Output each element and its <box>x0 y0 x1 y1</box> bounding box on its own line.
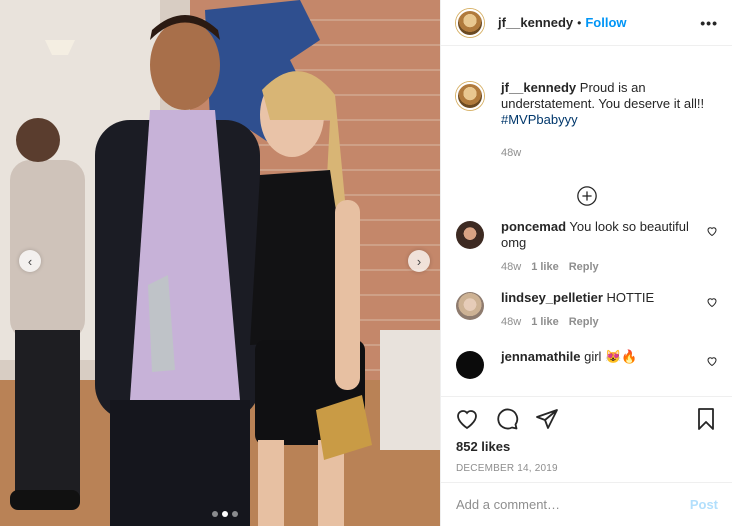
comment-age[interactable]: 48w <box>501 261 521 273</box>
caption-avatar[interactable] <box>456 82 484 110</box>
comment-item: lindsey_pelletier HOTTIE 48w 1 like Repl… <box>456 290 718 328</box>
carousel-dot <box>232 511 238 517</box>
caption-hashtag[interactable]: #MVPbabyyy <box>501 112 578 127</box>
load-more-comments-icon[interactable] <box>576 185 598 207</box>
post-comment-button[interactable]: Post <box>690 497 718 512</box>
comment-bubble-icon[interactable] <box>495 407 519 431</box>
post-sidebar: jf__kennedy • Follow ••• jf__kennedy Pro… <box>440 0 732 526</box>
bookmark-icon[interactable] <box>694 407 718 431</box>
caption-age[interactable]: 48w <box>501 147 521 159</box>
like-comment-heart-icon[interactable] <box>706 225 718 237</box>
post-photo[interactable]: ‹ › <box>0 0 440 526</box>
reply-button[interactable]: Reply <box>569 261 599 273</box>
comments-list[interactable]: jf__kennedy Proud is an understatement. … <box>441 62 732 392</box>
comment-text: HOTTIE <box>606 290 655 305</box>
share-send-icon[interactable] <box>535 407 559 431</box>
comment-likes[interactable]: 1 like <box>531 316 559 328</box>
commenter-avatar[interactable] <box>456 351 484 379</box>
reply-button[interactable]: Reply <box>569 316 599 328</box>
caption: jf__kennedy Proud is an understatement. … <box>456 80 718 159</box>
comment-likes[interactable]: 1 like <box>531 261 559 273</box>
carousel-indicator <box>212 511 238 517</box>
post-header: jf__kennedy • Follow ••• <box>441 0 732 46</box>
more-options-icon[interactable]: ••• <box>700 15 718 31</box>
caption-username[interactable]: jf__kennedy <box>501 80 576 95</box>
separator-dot: • <box>577 15 582 30</box>
commenter-avatar[interactable] <box>456 221 484 249</box>
commenter-username[interactable]: jennamathile <box>501 349 580 364</box>
follow-button[interactable]: Follow <box>585 15 626 30</box>
chevron-left-icon: ‹ <box>27 253 33 269</box>
post-image <box>0 0 440 526</box>
carousel-dot-active <box>222 511 228 517</box>
post-actions: 852 likes DECEMBER 14, 2019 Post <box>441 396 732 526</box>
likes-count[interactable]: 852 likes <box>441 439 732 454</box>
post-date[interactable]: DECEMBER 14, 2019 <box>441 463 732 474</box>
comment-text: girl 😻🔥 <box>584 349 638 364</box>
carousel-next-button[interactable]: › <box>408 250 430 272</box>
commenter-avatar[interactable] <box>456 292 484 320</box>
commenter-username[interactable]: poncemad <box>501 219 566 234</box>
like-heart-icon[interactable] <box>455 407 479 431</box>
comment-input[interactable] <box>456 497 690 512</box>
like-comment-heart-icon[interactable] <box>706 355 718 367</box>
add-comment-bar: Post <box>441 482 732 526</box>
carousel-dot <box>212 511 218 517</box>
commenter-username[interactable]: lindsey_pelletier <box>501 290 603 305</box>
comment-item: jennamathile girl 😻🔥 <box>456 349 718 379</box>
carousel-prev-button[interactable]: ‹ <box>19 250 41 272</box>
like-comment-heart-icon[interactable] <box>706 296 718 308</box>
comment-item: poncemad You look so beautiful omg 48w 1… <box>456 219 718 273</box>
author-username[interactable]: jf__kennedy <box>498 15 573 30</box>
comment-age[interactable]: 48w <box>501 316 521 328</box>
author-avatar[interactable] <box>456 8 484 37</box>
chevron-right-icon: › <box>416 253 422 269</box>
